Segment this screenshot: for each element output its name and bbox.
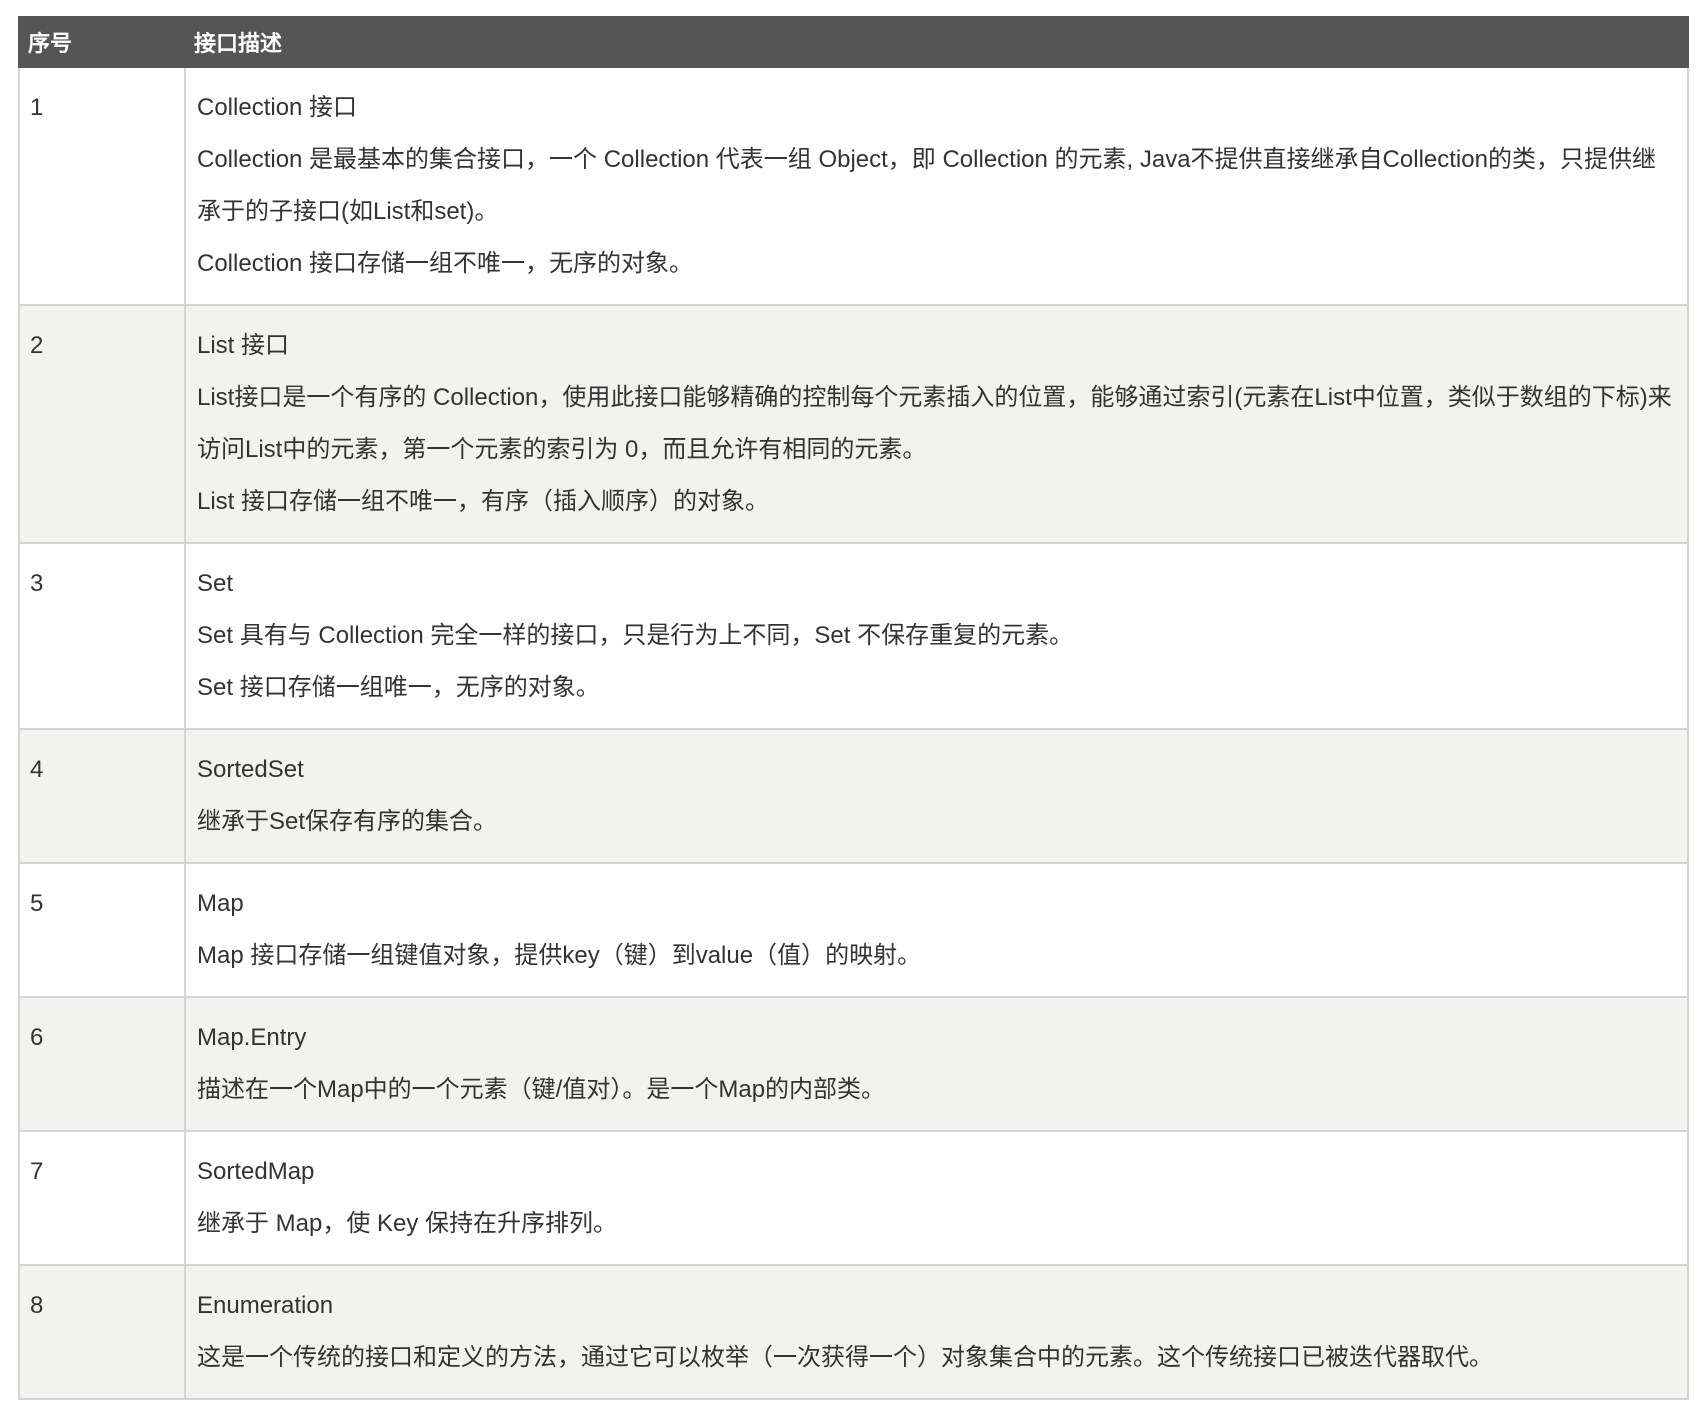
table-row: 6 Map.Entry 描述在一个Map中的一个元素（键/值对）。是一个Map的… — [18, 996, 1689, 1132]
row-title: Map.Entry — [197, 1024, 307, 1051]
row-title: SortedMap — [197, 1158, 315, 1185]
table-body: 1 Collection 接口 Collection 是最基本的集合接口，一个 … — [18, 66, 1689, 1400]
row-number: 2 — [18, 304, 186, 544]
table-row: 5 Map Map 接口存储一组键值对象，提供key（键）到value（值）的映… — [18, 862, 1689, 998]
table-row: 4 SortedSet 继承于Set保存有序的集合。 — [18, 728, 1689, 864]
row-title: List 接口 — [197, 332, 290, 359]
row-line: List接口是一个有序的 Collection，使用此接口能够精确的控制每个元素… — [197, 384, 1672, 463]
interface-table-container: 序号 接口描述 1 Collection 接口 Collection 是最基本的… — [18, 16, 1689, 1400]
row-title: SortedSet — [197, 756, 304, 783]
header-number: 序号 — [18, 16, 186, 68]
header-description: 接口描述 — [184, 16, 1689, 68]
row-description: Enumeration 这是一个传统的接口和定义的方法，通过它可以枚举（一次获得… — [184, 1264, 1689, 1400]
table-row: 8 Enumeration 这是一个传统的接口和定义的方法，通过它可以枚举（一次… — [18, 1264, 1689, 1400]
table-row: 7 SortedMap 继承于 Map，使 Key 保持在升序排列。 — [18, 1130, 1689, 1266]
row-line: 这是一个传统的接口和定义的方法，通过它可以枚举（一次获得一个）对象集合中的元素。… — [197, 1344, 1493, 1371]
row-description: Map Map 接口存储一组键值对象，提供key（键）到value（值）的映射。 — [184, 862, 1689, 998]
row-line: Collection 是最基本的集合接口，一个 Collection 代表一组 … — [197, 146, 1656, 225]
row-description: SortedMap 继承于 Map，使 Key 保持在升序排列。 — [184, 1130, 1689, 1266]
row-title: Set — [197, 570, 234, 597]
row-number: 8 — [18, 1264, 186, 1400]
table-row: 3 Set Set 具有与 Collection 完全一样的接口，只是行为上不同… — [18, 542, 1689, 730]
row-line: 描述在一个Map中的一个元素（键/值对）。是一个Map的内部类。 — [197, 1076, 886, 1103]
row-description: Map.Entry 描述在一个Map中的一个元素（键/值对）。是一个Map的内部… — [184, 996, 1689, 1132]
row-line: Set 具有与 Collection 完全一样的接口，只是行为上不同，Set 不… — [197, 622, 1074, 649]
row-number: 5 — [18, 862, 186, 998]
table-row: 2 List 接口 List接口是一个有序的 Collection，使用此接口能… — [18, 304, 1689, 544]
row-line: 继承于Set保存有序的集合。 — [197, 808, 498, 835]
interface-table: 序号 接口描述 1 Collection 接口 Collection 是最基本的… — [18, 16, 1689, 1400]
row-description: Collection 接口 Collection 是最基本的集合接口，一个 Co… — [184, 66, 1689, 306]
row-description: Set Set 具有与 Collection 完全一样的接口，只是行为上不同，S… — [184, 542, 1689, 730]
row-title: Enumeration — [197, 1292, 334, 1319]
row-line: List 接口存储一组不唯一，有序（插入顺序）的对象。 — [197, 488, 770, 515]
row-number: 1 — [18, 66, 186, 306]
row-title: Collection 接口 — [197, 94, 358, 121]
row-number: 3 — [18, 542, 186, 730]
row-line: Set 接口存储一组唯一，无序的对象。 — [197, 674, 600, 701]
row-title: Map — [197, 890, 244, 917]
row-line: Collection 接口存储一组不唯一，无序的对象。 — [197, 250, 694, 277]
row-description: List 接口 List接口是一个有序的 Collection，使用此接口能够精… — [184, 304, 1689, 544]
row-description: SortedSet 继承于Set保存有序的集合。 — [184, 728, 1689, 864]
row-number: 4 — [18, 728, 186, 864]
row-number: 7 — [18, 1130, 186, 1266]
row-number: 6 — [18, 996, 186, 1132]
table-header: 序号 接口描述 — [18, 16, 1689, 68]
row-line: 继承于 Map，使 Key 保持在升序排列。 — [197, 1210, 618, 1237]
row-line: Map 接口存储一组键值对象，提供key（键）到value（值）的映射。 — [197, 942, 922, 969]
table-row: 1 Collection 接口 Collection 是最基本的集合接口，一个 … — [18, 66, 1689, 306]
header-row: 序号 接口描述 — [18, 16, 1689, 68]
